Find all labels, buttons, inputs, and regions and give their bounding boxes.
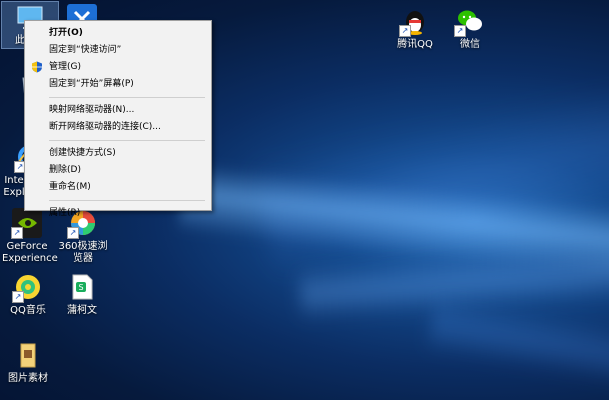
- desktop-icon-label: 蒲柯文: [67, 305, 97, 316]
- menu-separator: [49, 97, 205, 98]
- menu-item-create-shortcut[interactable]: 创建快捷方式(S): [25, 145, 211, 162]
- desktop-icon-label: QQ音乐: [10, 305, 46, 316]
- wallpaper-beam: [251, 81, 609, 279]
- desktop-icon-mikewen[interactable]: S 蒲柯文: [54, 272, 110, 317]
- menu-item-label: 管理(G): [49, 62, 81, 72]
- wallpaper-beam: [426, 293, 609, 387]
- menu-item-label: 打开(O): [49, 28, 83, 38]
- desktop-icon-label: 360极速浏览器: [58, 241, 108, 264]
- folder-icon: [13, 340, 43, 370]
- menu-item-pin-start[interactable]: 固定到“开始”屏幕(P): [25, 76, 211, 93]
- desktop-icon-tencentqq[interactable]: ↗ 腾讯QQ: [387, 6, 443, 51]
- desktop-icon-pictures[interactable]: 图片素材: [0, 340, 56, 385]
- menu-item-label: 固定到“开始”屏幕(P): [49, 79, 134, 89]
- menu-item-label: 重命名(M): [49, 182, 91, 192]
- desktop-icon-label: 腾讯QQ: [397, 39, 433, 50]
- menu-separator: [49, 200, 205, 201]
- desktop-icon-label: 微信: [460, 39, 480, 50]
- menu-item-label: 固定到“快速访问”: [49, 45, 122, 55]
- desktop-icon-wechat[interactable]: ↗ 微信: [442, 6, 498, 51]
- shield-icon: [31, 61, 43, 73]
- desktop-icon-qqmusic[interactable]: ↗ QQ音乐: [0, 272, 56, 317]
- shortcut-arrow-icon: ↗: [454, 25, 466, 37]
- menu-item-manage[interactable]: 管理(G): [25, 59, 211, 76]
- menu-item-open[interactable]: 打开(O): [25, 25, 211, 42]
- menu-item-delete[interactable]: 删除(D): [25, 162, 211, 179]
- shortcut-arrow-icon: ↗: [67, 227, 79, 239]
- svg-text:S: S: [78, 283, 83, 292]
- shortcut-arrow-icon: ↗: [12, 291, 24, 303]
- shortcut-arrow-icon: ↗: [11, 227, 23, 239]
- menu-item-label: 创建快捷方式(S): [49, 148, 116, 158]
- menu-item-properties[interactable]: 属性(R): [25, 205, 211, 222]
- wallpaper-beam: [177, 162, 609, 280]
- context-menu: 打开(O) 固定到“快速访问” 管理(G) 固定到“开始”屏幕(P) 映射网络驱…: [24, 20, 212, 218]
- wechat-icon: ↗: [454, 6, 485, 37]
- qq-penguin-icon: ↗: [399, 6, 430, 37]
- menu-item-pin-quick-access[interactable]: 固定到“快速访问”: [25, 42, 211, 59]
- menu-item-label: 映射网络驱动器(N)...: [49, 105, 135, 115]
- menu-item-rename[interactable]: 重命名(M): [25, 179, 211, 196]
- menu-item-disconnect-network-drive[interactable]: 断开网络驱动器的连接(C)...: [25, 119, 211, 136]
- menu-separator: [49, 140, 205, 141]
- document-icon: S: [67, 272, 97, 302]
- shortcut-arrow-icon: ↗: [399, 25, 411, 37]
- menu-item-label: 断开网络驱动器的连接(C)...: [49, 122, 161, 132]
- desktop-icon-label: 图片素材: [8, 373, 48, 384]
- desktop-icon-label: Inte Expl: [3, 175, 25, 198]
- desktop-icon-label: GeForce Experience: [2, 241, 58, 264]
- menu-item-map-network-drive[interactable]: 映射网络驱动器(N)...: [25, 102, 211, 119]
- wallpaper-beam: [298, 243, 609, 322]
- menu-item-label: 删除(D): [49, 165, 81, 175]
- qq-music-icon: ↗: [12, 272, 43, 303]
- menu-item-label: 属性(R): [49, 208, 81, 218]
